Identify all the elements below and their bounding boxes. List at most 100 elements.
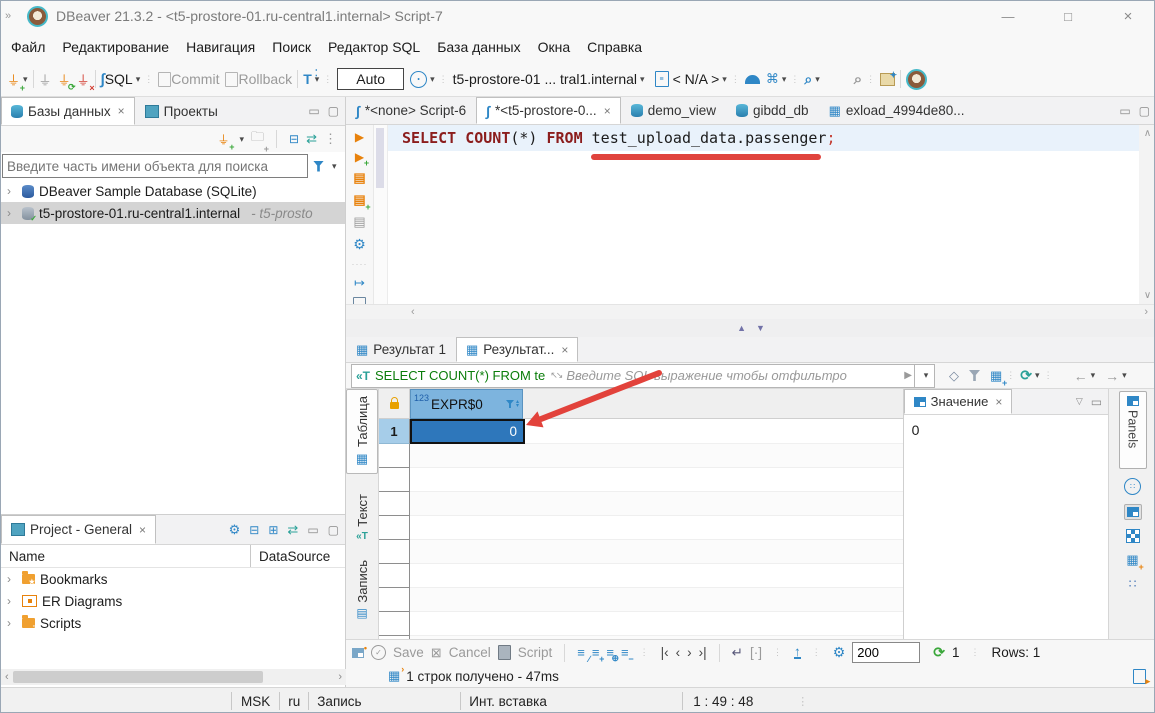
editor-results-sash[interactable]: ▲ ▼: [346, 319, 1155, 337]
menu-sql-editor[interactable]: Редактор SQL: [328, 39, 420, 55]
sash-up-icon[interactable]: ▲: [737, 323, 746, 333]
back-icon[interactable]: ←: [1074, 368, 1088, 384]
save-button[interactable]: Save: [393, 645, 424, 660]
expand-chevron-icon[interactable]: ›: [7, 616, 17, 630]
grouping-panel-icon[interactable]: ∷: [1124, 478, 1141, 495]
horizontal-scrollbar[interactable]: ‹ ›: [1, 669, 346, 685]
scroll-down-icon[interactable]: ∨: [1144, 290, 1151, 301]
fetch-next-icon[interactable]: ⟳: [933, 644, 945, 661]
presentation-tab-grid[interactable]: Таблица ▦: [346, 389, 378, 474]
editor-vertical-scrollbar[interactable]: ∧ ∨: [1139, 125, 1155, 304]
filter-input[interactable]: «T SELECT COUNT(*) FROM te ↖↘ Введите SQ…: [351, 364, 915, 388]
tab-databases[interactable]: Базы данных ×: [1, 97, 135, 125]
tab-script-7[interactable]: ∫ *<t5-prostore-0... ×: [476, 97, 621, 124]
tab-projects[interactable]: Проекты: [135, 97, 228, 125]
connection-combo[interactable]: t5-prostore-01 ... tral1.internal: [453, 71, 637, 87]
last-row-icon[interactable]: ›|: [699, 645, 707, 660]
tree-item-t5-prostore[interactable]: › ✓ t5-prostore-01.ru-central1.internal …: [1, 202, 345, 224]
column-datasource[interactable]: DataSource: [251, 549, 345, 564]
dashboard-icon[interactable]: [745, 75, 760, 84]
grid-row-1[interactable]: 1 0: [379, 419, 903, 444]
scrollbar-thumb[interactable]: [13, 671, 263, 683]
execute-script-icon[interactable]: ▤: [353, 170, 365, 186]
refresh-icon[interactable]: ⟳: [1020, 367, 1032, 384]
auto-commit-button[interactable]: Auto: [337, 68, 404, 90]
aggregate-panel-icon[interactable]: ∷: [1129, 577, 1137, 591]
disconnect-icon[interactable]: ⏚×: [77, 70, 90, 89]
minimize-panel-icon[interactable]: ▭: [307, 523, 318, 537]
menu-edit[interactable]: Редактирование: [62, 39, 169, 55]
sql-editor-icon[interactable]: ∫: [101, 71, 105, 88]
close-icon[interactable]: ×: [139, 523, 146, 537]
next-row-icon[interactable]: ›: [687, 645, 692, 660]
scroll-right-icon[interactable]: ›: [334, 671, 346, 683]
first-row-icon[interactable]: |‹: [661, 645, 669, 660]
close-icon[interactable]: ×: [118, 104, 125, 118]
tab-result-2[interactable]: ▦ Результат... ×: [456, 337, 578, 362]
export-icon[interactable]: ↑: [794, 646, 801, 659]
menu-window[interactable]: Окна: [538, 39, 571, 55]
gear-icon[interactable]: ⚙: [229, 522, 241, 538]
tree-item-sample-database[interactable]: › DBeaver Sample Database (SQLite): [1, 180, 345, 202]
panels-button[interactable]: Panels: [1119, 391, 1147, 469]
commit-button[interactable]: Commit: [171, 71, 219, 87]
grid-empty-row[interactable]: [379, 468, 903, 492]
menu-help[interactable]: Справка: [587, 39, 642, 55]
view-menu-icon[interactable]: ⋮: [324, 131, 337, 147]
tree-item-bookmarks[interactable]: › ★ Bookmarks: [1, 568, 345, 590]
result-grid[interactable]: 123 EXPR$0 ▴▾ 1 0: [379, 389, 903, 639]
search-data-icon[interactable]: ⌕: [804, 71, 812, 88]
selected-cell[interactable]: 0: [410, 419, 525, 444]
expand-chevron-icon[interactable]: ›: [7, 206, 17, 220]
fetch-size-input[interactable]: [852, 642, 920, 663]
metadata-panel-icon[interactable]: ▦+: [1126, 552, 1138, 568]
add-row-icon[interactable]: ≡+: [592, 645, 600, 660]
commit-icon[interactable]: [158, 72, 171, 87]
language-status[interactable]: ru: [280, 694, 308, 709]
value-panel-toggle-icon[interactable]: [1124, 504, 1142, 520]
insert-mode-status[interactable]: Инт. вставка: [461, 694, 682, 709]
tab-result-1[interactable]: ▦ Результат 1: [346, 337, 456, 362]
new-connection-icon[interactable]: ⏚+: [7, 70, 20, 89]
column-header-expr0[interactable]: 123 EXPR$0 ▴▾: [410, 389, 523, 419]
close-icon[interactable]: ×: [561, 343, 568, 357]
menu-file[interactable]: Файл: [11, 39, 45, 55]
restore-chevron-icon[interactable]: »: [1, 10, 15, 22]
delete-row-icon[interactable]: ≡−: [621, 645, 629, 660]
back-caret-icon[interactable]: ▾: [1091, 370, 1096, 381]
dbeaver-perspective-icon[interactable]: [906, 69, 927, 90]
cancel-button[interactable]: Cancel: [449, 645, 491, 660]
sql-editor-caret-icon[interactable]: ▾: [136, 74, 141, 85]
grid-empty-row[interactable]: [379, 540, 903, 564]
schema-combo-caret-icon[interactable]: ▾: [722, 74, 727, 85]
grid-empty-row[interactable]: [379, 516, 903, 540]
menu-search[interactable]: Поиск: [272, 39, 311, 55]
expand-chevron-icon[interactable]: ›: [7, 572, 17, 586]
preview-panel-icon[interactable]: [1126, 529, 1140, 543]
search-data-caret-icon[interactable]: ▾: [815, 74, 820, 85]
sash-down-icon[interactable]: ▼: [756, 323, 765, 333]
maximize-panel-icon[interactable]: ▢: [328, 523, 339, 537]
column-sort-icon[interactable]: ▴▾: [516, 400, 519, 408]
object-search-input[interactable]: [2, 154, 308, 178]
editor-settings-icon[interactable]: ⚙: [353, 236, 366, 253]
grid-corner-cell[interactable]: [379, 389, 410, 419]
refresh-caret-icon[interactable]: ▾: [1035, 370, 1040, 381]
column-name[interactable]: Name: [1, 549, 250, 564]
presentation-tab-text[interactable]: Текст «T: [355, 488, 370, 548]
transaction-mode-icon[interactable]: T⁚: [303, 71, 312, 87]
open-editor-icon[interactable]: ▸: [1133, 669, 1146, 684]
grid-settings-icon[interactable]: ⚙: [833, 644, 846, 661]
search-icon[interactable]: ⌕: [854, 71, 862, 88]
caret-position-status[interactable]: 1 : 49 : 48: [683, 694, 793, 709]
scroll-up-icon[interactable]: ∧: [1144, 128, 1151, 139]
presentation-tab-record[interactable]: Запись ▤: [355, 554, 370, 627]
collapse-all-icon[interactable]: ⊟: [249, 523, 259, 537]
toggle-panels-icon[interactable]: •: [352, 648, 364, 658]
filter-icon[interactable]: [313, 161, 324, 172]
editor-horizontal-scrollbar[interactable]: ‹ ›: [346, 304, 1155, 319]
rollback-icon[interactable]: [225, 72, 238, 87]
explain-plan-icon[interactable]: ▤: [353, 214, 365, 230]
connection-combo-caret-icon[interactable]: ▾: [640, 74, 645, 85]
close-icon[interactable]: ×: [604, 104, 611, 118]
